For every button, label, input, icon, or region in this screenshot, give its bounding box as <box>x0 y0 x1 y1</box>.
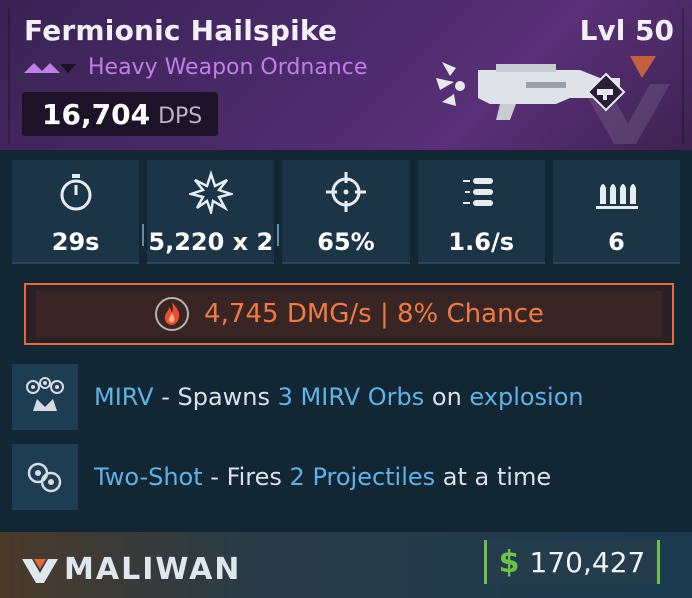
dps-display: 16,704 DPS <box>22 92 218 136</box>
stat-fire-rate: 1.6/s <box>417 160 545 264</box>
two-shot-icon <box>27 462 62 493</box>
weapon-card: Fermionic Hailspike Lvl 50 Heavy Weapon … <box>0 0 692 598</box>
price-amount: 170,427 <box>529 545 646 579</box>
dps-value: 16,704 <box>42 97 151 131</box>
manufacturer-logo: MALIWAN <box>22 552 241 587</box>
stat-magazine: 6 <box>552 160 681 264</box>
currency-icon: $ <box>498 544 520 580</box>
stopwatch-icon <box>60 174 92 211</box>
stat-damage: 5,220 x 2 <box>142 160 275 264</box>
damage-burst-icon <box>188 170 233 214</box>
stats-row: 29s 5,220 x 2 65% 1.6/s 6 <box>12 160 681 264</box>
manufacturer-name: MALIWAN <box>64 552 242 587</box>
perk-name: Two-Shot <box>94 463 203 491</box>
weapon-name: Fermionic Hailspike <box>24 14 338 47</box>
stat-value: 29s <box>51 228 100 256</box>
crosshair-icon <box>326 172 366 212</box>
stat-value: 65% <box>317 228 375 256</box>
perk-two-shot: Two-Shot - Fires 2 Projectiles at a time <box>12 444 680 510</box>
maliwan-logo-icon <box>22 558 58 583</box>
stat-reload: 29s <box>12 160 140 264</box>
elemental-damage-bar: 4,745 DMG/s | 8% Chance <box>24 283 674 345</box>
price-display: $ 170,427 <box>484 540 660 584</box>
elemental-text: 4,745 DMG/s | 8% Chance <box>204 299 544 329</box>
fire-rate-bullets-icon <box>463 178 494 206</box>
perk-text: MIRV - Spawns 3 MIRV Orbs on explosion <box>94 383 584 411</box>
perk-text: Two-Shot - Fires 2 Projectiles at a time <box>94 463 552 491</box>
stat-accuracy: 65% <box>277 160 410 264</box>
weapon-level: Lvl 50 <box>579 14 674 47</box>
heavy-weapon-icon <box>436 56 670 144</box>
stat-value: 6 <box>608 228 625 256</box>
weapon-type: Heavy Weapon Ordnance <box>88 55 368 80</box>
ammo-icon <box>596 184 639 209</box>
dps-unit: DPS <box>158 103 203 129</box>
stat-value: 1.6/s <box>448 228 514 256</box>
perk-mirv: MIRV - Spawns 3 MIRV Orbs on explosion <box>12 364 680 430</box>
weapon-header: Fermionic Hailspike Lvl 50 Heavy Weapon … <box>0 0 692 151</box>
stat-value: 5,220 x 2 <box>148 228 274 256</box>
mirv-icon <box>26 377 64 411</box>
perk-name: MIRV <box>94 383 154 411</box>
rarity-row: Heavy Weapon Ordnance <box>24 55 367 80</box>
rarity-icon <box>24 62 76 73</box>
incendiary-flame-icon <box>155 297 190 331</box>
